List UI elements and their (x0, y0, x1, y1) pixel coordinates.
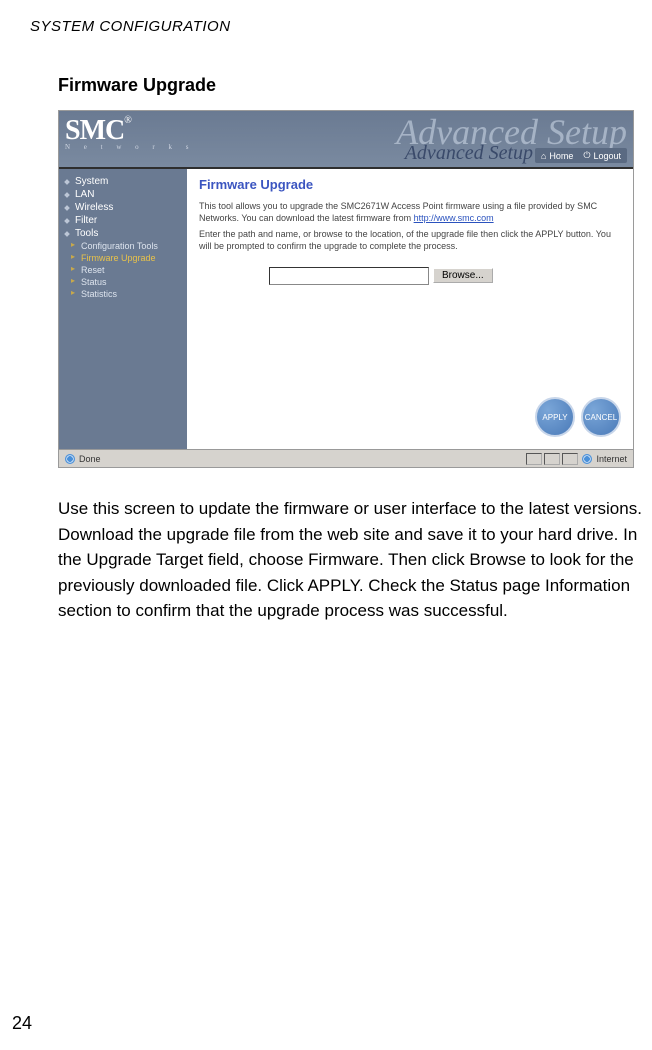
browser-status-bar: Done Internet (59, 449, 633, 467)
sidebar-item-label: Status (81, 277, 107, 287)
sidebar-item-system[interactable]: System (65, 175, 181, 188)
sidebar-item-label: Wireless (75, 202, 113, 213)
sidebar-item-lan[interactable]: LAN (65, 188, 181, 201)
section-title: Firmware Upgrade (58, 75, 622, 96)
sidebar-item-label: Configuration Tools (81, 241, 158, 251)
logo-subtext: N e t w o r k s (65, 143, 194, 151)
ie-icon (65, 454, 75, 464)
home-link-label: Home (549, 151, 573, 161)
status-done-text: Done (79, 454, 101, 464)
main-paragraph-2: Enter the path and name, or browse to th… (199, 228, 621, 252)
sidebar-item-label: Reset (81, 265, 105, 275)
status-zone-text: Internet (596, 454, 627, 464)
firmware-file-input[interactable] (269, 267, 429, 285)
app-banner: SMC® N e t w o r k s Advanced Setup Adva… (59, 111, 633, 169)
sidebar-item-filter[interactable]: Filter (65, 214, 181, 227)
apply-button[interactable]: APPLY (535, 397, 575, 437)
sidebar-nav: System LAN Wireless Filter Tools Configu… (59, 169, 187, 449)
home-icon: ⌂ (541, 151, 546, 161)
sidebar-sub-statistics[interactable]: Statistics (65, 288, 181, 300)
banner-overlay-title: Advanced Setup (405, 142, 533, 165)
smc-download-link[interactable]: http://www.smc.com (414, 213, 494, 223)
sidebar-sub-firmware-upgrade[interactable]: Firmware Upgrade (65, 252, 181, 264)
logout-icon: ⏻ (583, 150, 590, 161)
sidebar-sub-reset[interactable]: Reset (65, 264, 181, 276)
sidebar-sub-config-tools[interactable]: Configuration Tools (65, 240, 181, 252)
sidebar-item-tools[interactable]: Tools (65, 227, 181, 240)
browse-button[interactable]: Browse... (433, 268, 493, 283)
status-left: Done (65, 454, 101, 464)
sidebar-item-label: Statistics (81, 289, 117, 299)
main-paragraph-1-text: This tool allows you to upgrade the SMC2… (199, 201, 597, 223)
content-row: System LAN Wireless Filter Tools Configu… (59, 169, 633, 449)
sidebar-item-label: Filter (75, 215, 97, 226)
logo-text: SMC (65, 115, 124, 146)
page-running-header: SYSTEM CONFIGURATION (30, 18, 622, 35)
logo-registered: ® (124, 115, 132, 126)
banner-top-links: ⌂ Home ⏻ Logout (535, 148, 627, 163)
main-title: Firmware Upgrade (199, 177, 621, 192)
sidebar-sub-status[interactable]: Status (65, 276, 181, 288)
home-link[interactable]: ⌂ Home (541, 150, 573, 161)
main-content-pane: Firmware Upgrade This tool allows you to… (187, 169, 633, 449)
action-buttons: APPLY CANCEL (535, 397, 621, 437)
page-body-text: Use this screen to update the firmware o… (58, 496, 648, 624)
logout-link[interactable]: ⏻ Logout (583, 150, 621, 161)
sidebar-item-wireless[interactable]: Wireless (65, 201, 181, 214)
sidebar-item-label: Tools (75, 228, 98, 239)
sidebar-item-label: Firmware Upgrade (81, 253, 156, 263)
internet-zone-icon (582, 454, 592, 464)
sidebar-item-label: LAN (75, 189, 94, 200)
cancel-button[interactable]: CANCEL (581, 397, 621, 437)
page-number: 24 (12, 1013, 32, 1034)
upload-row: Browse... (269, 267, 621, 285)
main-paragraph-1: This tool allows you to upgrade the SMC2… (199, 200, 621, 224)
browser-window: SMC® N e t w o r k s Advanced Setup Adva… (58, 110, 634, 468)
status-sections (526, 453, 578, 465)
logout-link-label: Logout (593, 151, 621, 161)
smc-logo: SMC® N e t w o r k s (65, 115, 194, 151)
sidebar-item-label: System (75, 176, 108, 187)
embedded-screenshot: SMC® N e t w o r k s Advanced Setup Adva… (58, 110, 634, 468)
status-right: Internet (526, 453, 627, 465)
